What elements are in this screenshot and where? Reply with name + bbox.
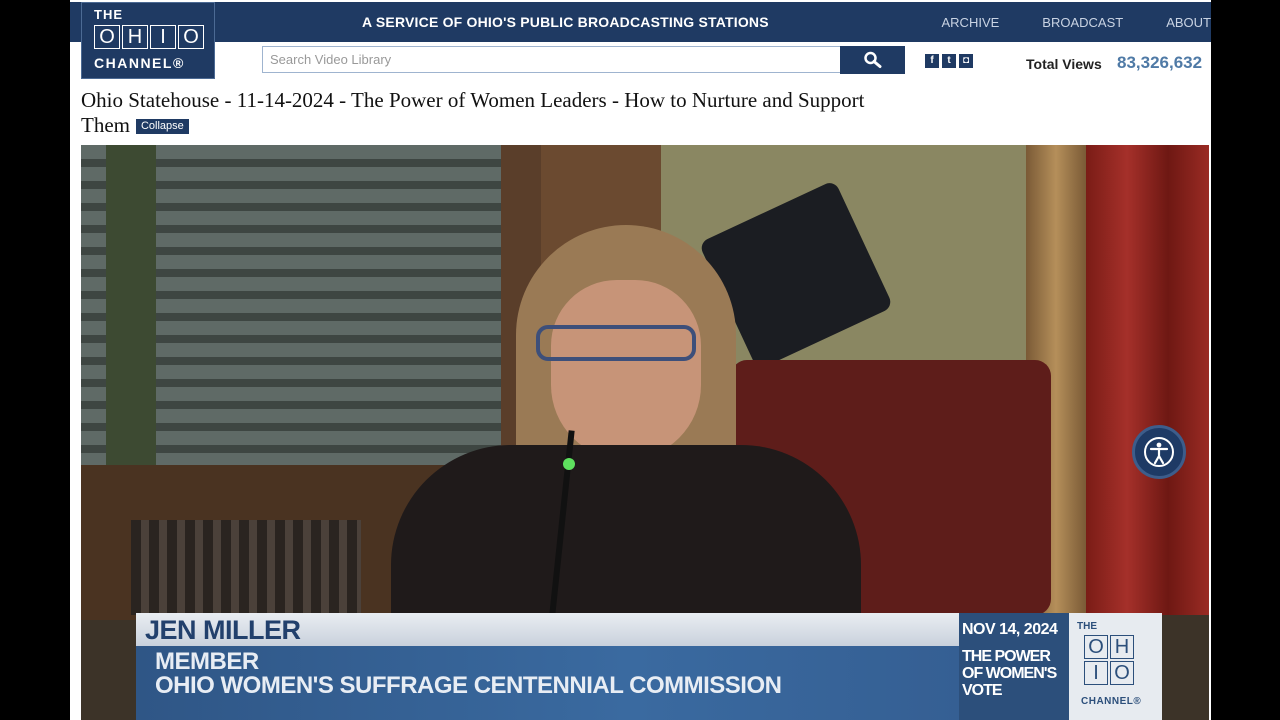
total-views-label: Total Views — [1026, 56, 1102, 72]
logo-ohio-letters: O H I O — [1084, 635, 1134, 685]
logo-the-text: THE — [1077, 621, 1097, 632]
lower-third-channel-logo: THE O H I O CHANNEL® — [1069, 613, 1162, 720]
speaker-glasses — [536, 325, 696, 361]
instagram-icon[interactable]: ◘ — [959, 54, 973, 68]
microphone-light — [563, 458, 575, 470]
twitter-icon[interactable]: t — [942, 54, 956, 68]
nav-archive[interactable]: ARCHIVE — [942, 15, 1000, 30]
logo-the-text: THE — [94, 7, 123, 22]
video-title: Ohio Statehouse - 11-14-2024 - The Power… — [81, 88, 901, 138]
main-nav: ARCHIVE BROADCAST ABOUT — [899, 15, 1212, 30]
facebook-icon[interactable]: f — [925, 54, 939, 68]
radiator — [131, 520, 361, 615]
logo-channel-text: CHANNEL® — [94, 55, 185, 71]
social-links: f t ◘ — [925, 54, 973, 68]
ohio-channel-logo[interactable]: THE O H I O CHANNEL® — [81, 2, 215, 79]
logo-ohio-letters: O H I O — [94, 25, 204, 49]
speaker-organization: OHIO WOMEN'S SUFFRAGE CENTENNIAL COMMISS… — [155, 672, 782, 699]
logo-letter: O — [94, 25, 120, 49]
logo-letter: I — [150, 25, 176, 49]
nav-about[interactable]: ABOUT — [1166, 15, 1211, 30]
logo-letter: O — [178, 25, 204, 49]
logo-letter: H — [1110, 635, 1134, 659]
search-input[interactable] — [262, 46, 841, 73]
video-title-text: Ohio Statehouse - 11-14-2024 - The Power… — [81, 88, 865, 137]
accessibility-button[interactable] — [1132, 425, 1186, 479]
search-icon — [863, 51, 881, 68]
total-views-count: 83,326,632 — [1117, 53, 1203, 72]
video-player[interactable]: JEN MILLER MEMBER OHIO WOMEN'S SUFFRAGE … — [81, 145, 1209, 720]
broadcast-date: NOV 14, 2024 — [962, 621, 1058, 638]
nav-broadcast[interactable]: BROADCAST — [1042, 15, 1123, 30]
service-banner-text: A SERVICE OF OHIO'S PUBLIC BROADCASTING … — [362, 14, 769, 30]
collapse-button[interactable]: Collapse — [135, 119, 189, 134]
top-nav-bar: A SERVICE OF OHIO'S PUBLIC BROADCASTING … — [70, 2, 1211, 42]
search-button[interactable] — [840, 46, 905, 74]
accessibility-icon — [1144, 437, 1174, 467]
program-name: THE POWER OF WOMEN'S VOTE — [962, 648, 1057, 699]
logo-letter: O — [1110, 661, 1134, 685]
logo-letter: O — [1084, 635, 1108, 659]
red-curtain — [1086, 145, 1209, 615]
logo-letter: H — [122, 25, 148, 49]
speaker-name: JEN MILLER — [145, 615, 301, 645]
logo-letter: I — [1084, 661, 1108, 685]
window-frame — [106, 145, 156, 475]
speaker-body — [391, 445, 861, 620]
logo-channel-text: CHANNEL® — [1081, 696, 1142, 707]
page: A SERVICE OF OHIO'S PUBLIC BROADCASTING … — [70, 0, 1211, 720]
